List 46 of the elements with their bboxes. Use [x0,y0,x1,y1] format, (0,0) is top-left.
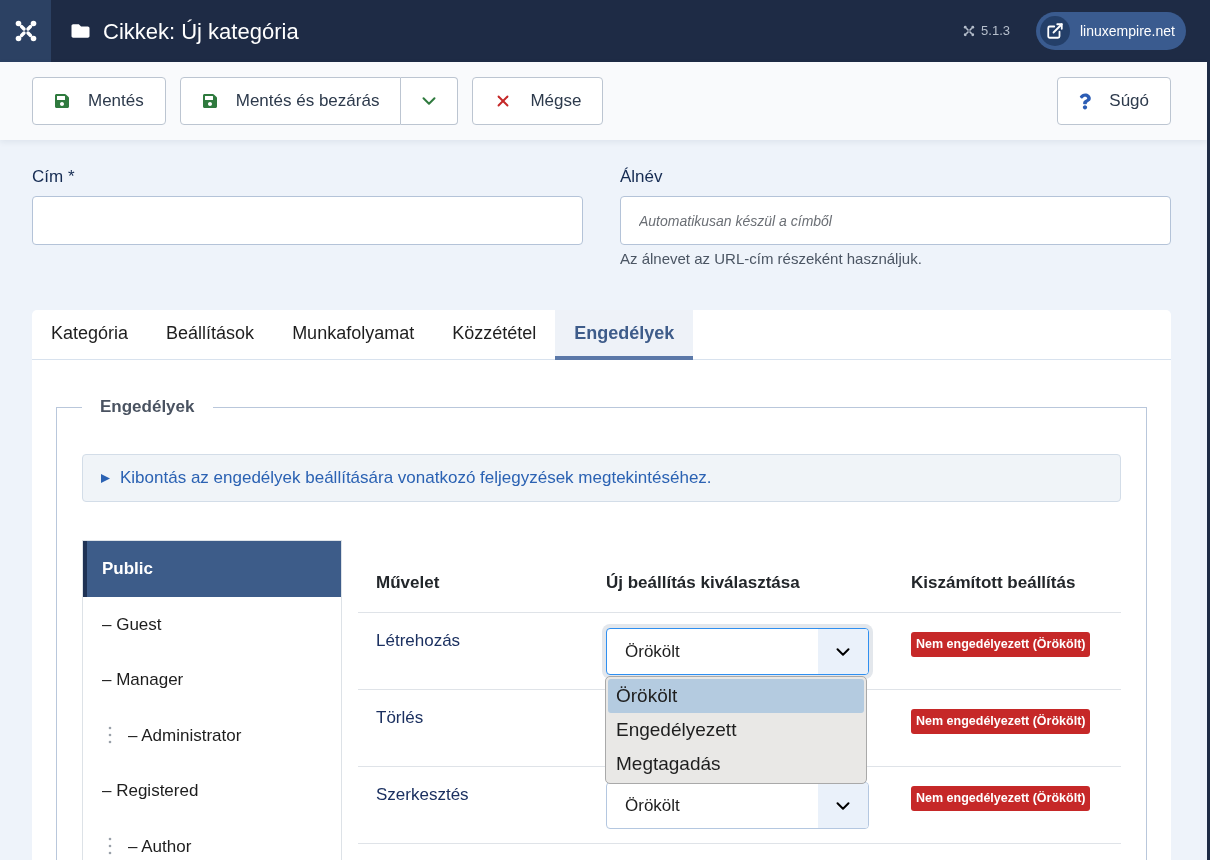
field-label: Álnév [620,166,664,188]
column-header: Művelet [376,572,441,594]
dropdown-option[interactable]: Megtagadás [608,747,864,781]
permission-select[interactable]: Örökölt [606,782,869,829]
action-label: Létrehozás [376,630,462,652]
action-label: Törlés [376,707,425,729]
logo-tile[interactable] [0,0,51,62]
tab[interactable]: Közzététel [433,310,556,360]
group-list-item[interactable]: – Registered [83,763,341,819]
column-header: Új beállítás kiválasztása [606,572,801,594]
group-list-item[interactable]: – Guest [83,596,341,652]
text-field[interactable]: Automatikusan készül a címből [620,196,1171,245]
version-label: 5.1.3 [981,22,1010,41]
tab[interactable]: Engedélyek [555,310,694,360]
site-link[interactable]: linuxempire.net [1036,12,1186,50]
save-close-button[interactable]: Mentés és bezárás [179,77,402,125]
status-badge: Nem engedélyezett (Örökölt) [911,786,1091,811]
dropdown-toggle-button[interactable] [401,77,459,125]
external-link-icon [1040,16,1070,46]
triangle-right-icon [101,473,110,483]
column-header: Kiszámított beállítás [911,572,1077,594]
cancel-button[interactable]: Mégse [472,77,604,125]
fieldset-legend: Engedélyek [82,396,213,418]
tab[interactable]: Kategória [32,310,148,360]
dropdown-option[interactable]: Engedélyezett [608,713,864,747]
save-button[interactable]: Mentés [32,77,166,125]
group-list-item[interactable]: – Author [83,818,341,860]
help-button[interactable]: Súgó [1057,77,1171,125]
notes-toggle[interactable]: Kibontás az engedélyek beállítására vonatkozó feljegyzések megtekintéséhez. [82,454,1121,502]
dropdown-option[interactable]: Örökölt [608,679,864,713]
field-label: Cím * [32,166,76,188]
tab[interactable]: Munkafolyamat [273,310,434,360]
action-label: Szerkesztés [376,784,470,806]
logo-icon [963,25,976,37]
status-badge: Nem engedélyezett (Örökölt) [911,632,1091,657]
page-title: Cikkek: Új kategória [103,17,299,46]
group-list-item[interactable]: – Manager [83,652,341,708]
field-hint: Az álnevet az URL-cím részeként használjuk. [620,249,923,269]
status-badge: Nem engedélyezett (Örökölt) [911,709,1091,734]
group-list-item[interactable]: – Administrator [83,707,341,763]
text-field[interactable] [32,196,583,245]
help-icon [1079,92,1092,110]
folder-icon [70,22,91,40]
group-list-item[interactable]: Public [83,541,341,597]
tab[interactable]: Beállítások [147,310,274,360]
logo-icon [13,19,38,43]
